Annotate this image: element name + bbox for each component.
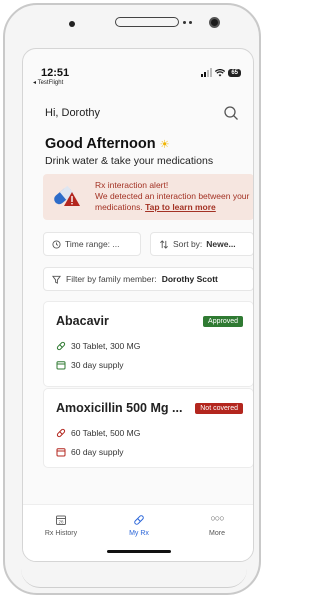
greeting: Hi, Dorothy (45, 107, 101, 119)
supply-info: 60 day supply (56, 447, 123, 457)
more-icon: ○○○ (210, 513, 224, 523)
status-badge: Not covered (195, 403, 243, 414)
speaker-grille (115, 17, 179, 27)
svg-text:26: 26 (58, 519, 64, 524)
tab-my-rx[interactable]: My Rx (109, 513, 169, 537)
dose-info: 60 Tablet, 500 MG (56, 428, 140, 438)
page-title: Good Afternoon ☀ (45, 136, 170, 152)
alert-title: Rx interaction alert! (95, 180, 169, 190)
pill-icon (134, 515, 144, 525)
status-badge: Approved (203, 316, 243, 327)
filter-icon (52, 275, 61, 284)
tab-rx-history[interactable]: 26 Rx History (31, 513, 91, 537)
home-indicator[interactable] (107, 550, 171, 553)
calendar-icon (56, 448, 66, 457)
phone-frame: 12:51 ◂ TestFlight 65 Hi, Dorothy Good A… (3, 3, 261, 595)
status-icons: 65 (201, 68, 241, 77)
family-member-filter[interactable]: Filter by family member: Dorothy Scott (43, 267, 253, 291)
interaction-alert-banner[interactable]: Rx interaction alert! We detected an int… (43, 174, 253, 220)
signal-icon (201, 68, 213, 77)
sensor-dot (189, 21, 192, 24)
wifi-icon (215, 68, 226, 76)
prescription-card[interactable]: Abacavir Approved 30 Tablet, 300 MG 30 d… (43, 301, 253, 387)
bottom-tab-bar: 26 Rx History My Rx ○○○ More (23, 504, 253, 561)
status-time: 12:51 (41, 67, 70, 79)
history-icon (52, 239, 61, 249)
page-subtitle: Drink water & take your medications (45, 155, 214, 167)
search-icon[interactable] (223, 105, 239, 121)
sensor-dot (183, 21, 186, 24)
medication-name: Abacavir (56, 314, 109, 328)
pill-warning-icon (54, 185, 80, 206)
learn-more-link[interactable]: Tap to learn more (145, 202, 216, 212)
battery-icon: 65 (228, 68, 241, 77)
pill-icon (56, 428, 66, 438)
medication-name: Amoxicillin 500 Mg ... (56, 401, 183, 415)
alert-body: We detected an interaction between your … (95, 191, 250, 212)
sort-dropdown[interactable]: Sort by: Newe... (150, 232, 253, 256)
supply-info: 30 day supply (56, 360, 123, 370)
calendar-icon (56, 361, 66, 370)
phone-bottom-bezel (21, 569, 247, 588)
back-to-app-link[interactable]: ◂ TestFlight (33, 79, 63, 86)
sort-icon (160, 239, 168, 249)
calendar-icon: 26 (56, 515, 66, 525)
pill-icon (56, 341, 66, 351)
tab-more[interactable]: ○○○ More (187, 513, 247, 537)
time-range-filter[interactable]: Time range: ... (43, 232, 141, 256)
front-camera (209, 17, 220, 28)
sun-icon: ☀ (159, 139, 170, 151)
phone-top-bezel (5, 5, 259, 45)
prescription-card[interactable]: Amoxicillin 500 Mg ... Not covered 60 Ta… (43, 388, 253, 468)
dose-info: 30 Tablet, 300 MG (56, 341, 140, 351)
sensor-dot (69, 21, 75, 27)
app-screen: 12:51 ◂ TestFlight 65 Hi, Dorothy Good A… (22, 48, 254, 562)
